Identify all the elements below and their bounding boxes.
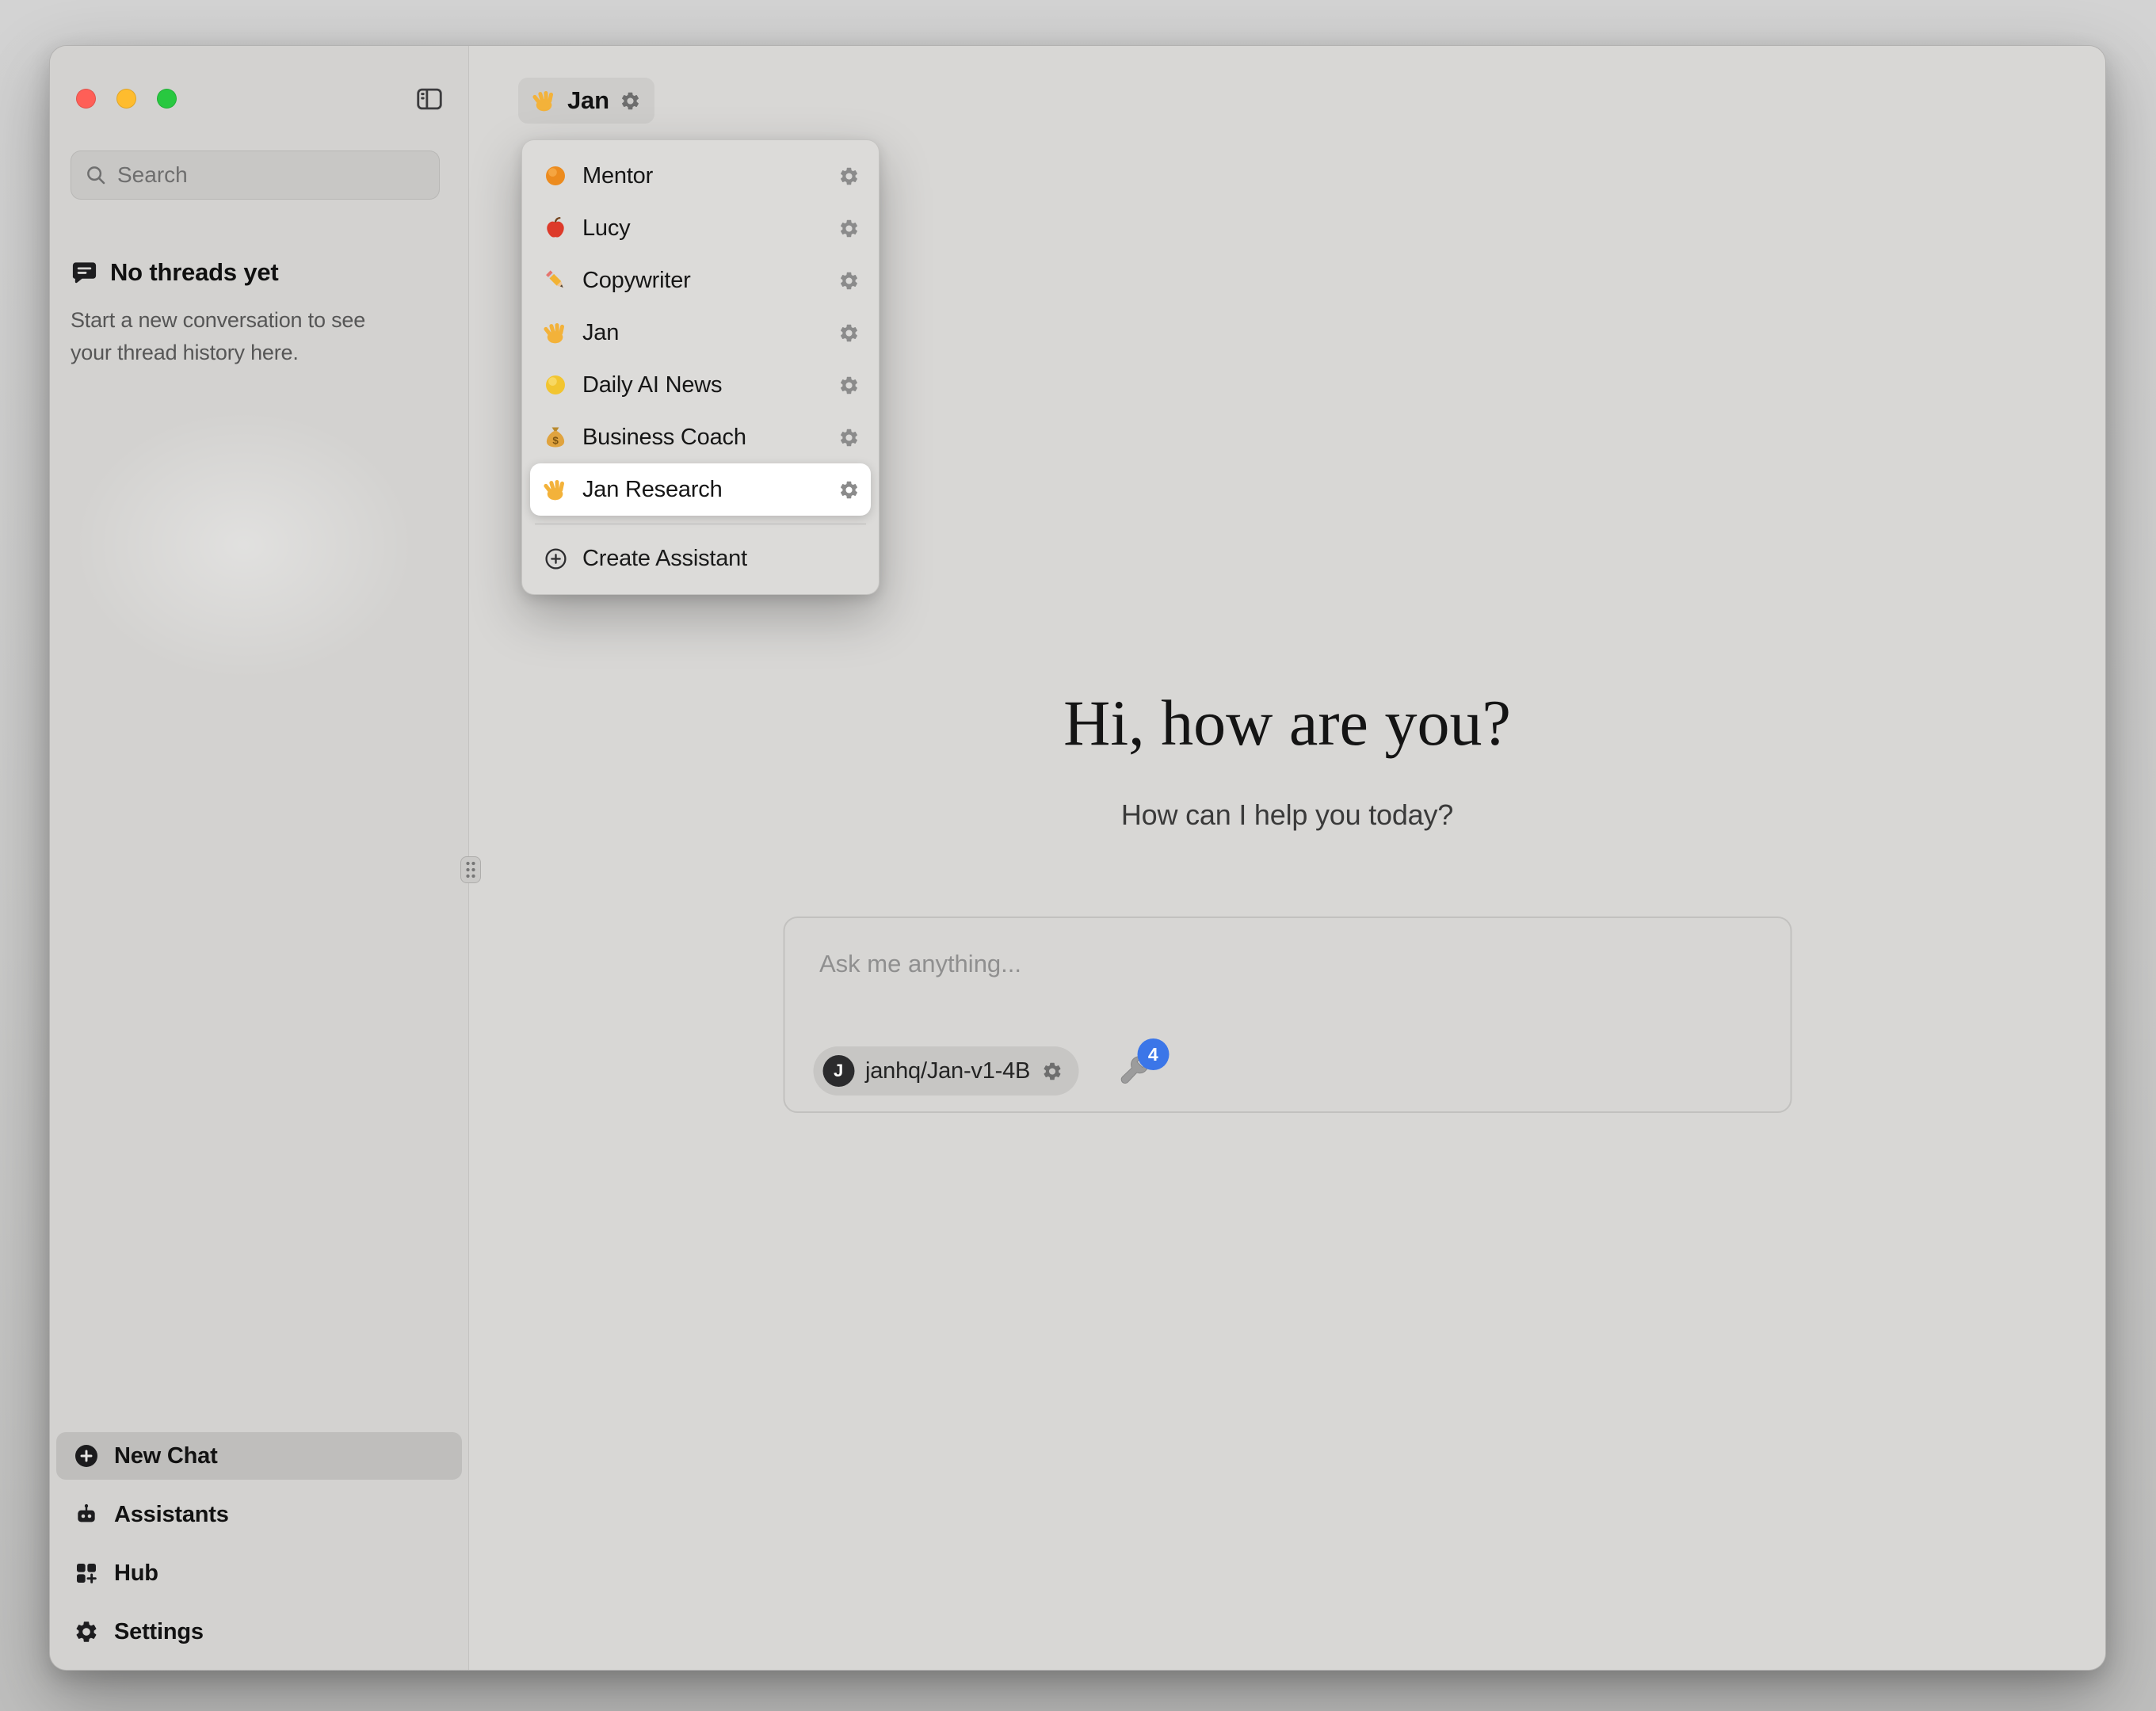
sidebar-highlight-blob [74,410,414,680]
assistants-icon [74,1502,99,1527]
greeting-subtitle: How can I help you today? [469,798,2105,832]
menu-item-label: Jan [582,320,826,346]
sidebar-item-assistants[interactable]: Assistants [56,1491,462,1538]
sidebar-item-hub[interactable]: Hub [56,1549,462,1597]
menu-item-label: Daily AI News [582,372,826,398]
create-assistant-label: Create Assistant [582,546,747,572]
gear-icon [74,1619,99,1644]
money-bag-icon [541,425,570,450]
assistant-menu: Mentor Lucy Copywriter Jan Daily AI [521,139,880,595]
nav-label: Settings [114,1619,204,1645]
sidebar-item-settings[interactable]: Settings [56,1608,462,1656]
plus-circle-outline-icon [541,547,570,571]
menu-item-jan[interactable]: Jan [530,307,871,359]
nav-label: Hub [114,1560,158,1587]
menu-item-lucy[interactable]: Lucy [530,202,871,254]
assistant-selector-button[interactable]: Jan [518,78,654,124]
create-assistant-button[interactable]: Create Assistant [530,532,871,585]
sidebar-nav: New Chat Assistants Hub Settings [56,1432,462,1656]
model-name: janhq/Jan-v1-4B [865,1058,1030,1084]
yellow-circle-icon [541,372,570,398]
menu-item-mentor[interactable]: Mentor [530,150,871,202]
plus-circle-icon [74,1443,99,1469]
menu-item-business-coach[interactable]: Business Coach [530,411,871,463]
search-input[interactable] [117,162,426,188]
chat-bubble-icon [71,259,98,287]
orange-circle-icon [541,163,570,189]
menu-item-label: Business Coach [582,425,826,451]
gear-icon[interactable] [838,427,860,448]
menu-item-jan-research[interactable]: Jan Research [530,463,871,516]
model-selector[interactable]: J janhq/Jan-v1-4B [813,1046,1078,1096]
gear-icon[interactable] [838,375,860,396]
gear-icon[interactable] [838,166,860,187]
gear-icon[interactable] [838,322,860,344]
gear-icon[interactable] [838,218,860,239]
main-area: Jan Mentor Lucy Copywriter [468,46,2105,1670]
gear-icon[interactable] [838,479,860,501]
menu-item-label: Copywriter [582,268,826,294]
menu-item-copywriter[interactable]: Copywriter [530,254,871,307]
nav-label: New Chat [114,1443,218,1469]
app-window: No threads yet Start a new conversation … [49,45,2106,1671]
chat-composer[interactable]: J janhq/Jan-v1-4B 4 [783,916,1792,1113]
menu-item-daily-ai-news[interactable]: Daily AI News [530,359,871,411]
tools-count-badge: 4 [1137,1038,1169,1070]
gear-icon[interactable] [620,90,641,112]
sidebar-item-new-chat[interactable]: New Chat [56,1432,462,1480]
drag-dots-icon [465,860,476,879]
gear-icon[interactable] [1041,1061,1063,1082]
composer-toolbar: J janhq/Jan-v1-4B 4 [813,1046,1153,1096]
zoom-button[interactable] [157,89,177,109]
empty-state-title: No threads yet [110,258,279,287]
wave-hand-icon [541,320,570,345]
message-input[interactable] [819,947,1755,981]
wave-hand-icon [541,477,570,502]
close-button[interactable] [76,89,96,109]
minimize-button[interactable] [116,89,136,109]
empty-state-description: Start a new conversation to see your thr… [71,304,397,368]
model-avatar: J [822,1055,854,1087]
search-icon [84,163,108,187]
pencil-icon [541,268,570,293]
sidebar: No threads yet Start a new conversation … [50,46,468,1670]
wave-hand-icon [532,88,557,113]
hub-icon [74,1560,99,1586]
search-field[interactable] [71,151,440,200]
window-controls [76,89,177,109]
current-assistant-name: Jan [567,86,609,115]
threads-empty-state: No threads yet Start a new conversation … [71,258,429,368]
gear-icon[interactable] [838,270,860,292]
greeting-title: Hi, how are you? [469,686,2105,760]
sidebar-resize-handle[interactable] [460,856,481,883]
menu-item-label: Mentor [582,163,826,189]
menu-item-label: Lucy [582,215,826,242]
tools-button[interactable]: 4 [1116,1053,1153,1089]
sidebar-toggle-icon[interactable] [414,84,445,114]
apple-icon [541,215,570,241]
menu-item-label: Jan Research [582,477,826,503]
welcome-block: Hi, how are you? How can I help you toda… [469,686,2105,832]
nav-label: Assistants [114,1502,229,1528]
